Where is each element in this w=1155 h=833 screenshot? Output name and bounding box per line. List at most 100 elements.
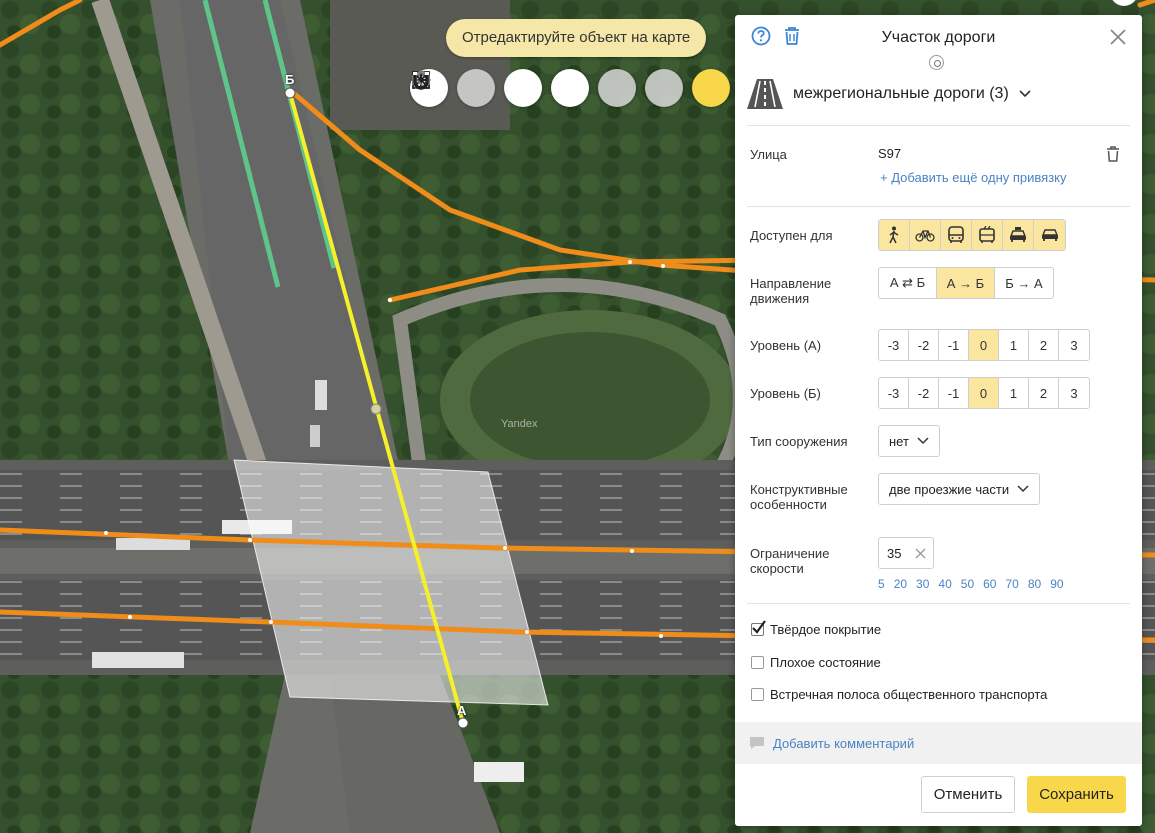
speed-preset-link[interactable]: 80 [1028,577,1041,591]
street-value[interactable]: S97 [878,146,901,161]
point-start-label: А [457,703,467,718]
polygon-button[interactable] [412,69,636,107]
speed-value: 35 [887,546,902,561]
checkbox[interactable] [751,688,764,701]
speed-preset-link[interactable]: 60 [983,577,996,591]
taxi-icon [1009,227,1027,242]
level-a-label: Уровень (А) [750,338,822,353]
level-b-option[interactable]: -2 [909,378,939,408]
edit-hint: Отредактируйте объект на карте [446,19,707,57]
delete-vertex-button[interactable] [412,69,542,107]
speed-preset-link[interactable]: 20 [894,577,907,591]
move-button[interactable] [411,69,589,107]
speed-preset-link[interactable]: 50 [961,577,974,591]
level-a-option[interactable]: -3 [879,330,909,360]
edit-toolbar [410,69,730,107]
construct-value: две проезжие части [889,481,1010,497]
checkbox-label: Встречная полоса общественного транспорт… [770,687,1048,702]
bus-icon [948,226,964,243]
structure-value: нет [889,433,909,449]
category-label: межрегиональные дороги (3) [793,85,1009,102]
access-trolleybus-toggle[interactable] [972,220,1003,250]
add-comment-button[interactable]: Добавить комментарий [735,722,1142,764]
checkbox-label: Твёрдое покрытие [770,622,882,637]
chevron-down-icon [917,437,929,445]
close-icon [1110,29,1126,45]
direction-label: Направление движения [750,276,832,306]
magnet-icon [413,72,429,90]
access-bus-toggle[interactable] [941,220,972,250]
access-bicycle-toggle[interactable] [910,220,941,250]
checkbox-row[interactable]: Твёрдое покрытие [751,620,882,637]
level-a-option[interactable]: -2 [909,330,939,360]
speed-label: Ограничение скорости [750,546,830,576]
speed-input[interactable]: 35 [878,537,934,569]
level-b-option[interactable]: 0 [969,378,999,408]
cancel-button[interactable]: Отменить [921,776,1015,813]
direction-toggle-group: А ⇄ БА → ББ → А [878,267,1054,299]
speed-preset-link[interactable]: 40 [938,577,951,591]
bicycle-icon [915,230,935,242]
add-binding-link[interactable]: + Добавить ещё одну привязку [880,170,1066,185]
checkbox-label: Плохое состояние [770,655,881,670]
divider [747,125,1130,126]
level-b-option[interactable]: 3 [1059,378,1089,408]
map-watermark: Yandex [501,418,538,430]
speed-preset-link[interactable]: 90 [1050,577,1063,591]
direction-option[interactable]: А → Б [937,268,995,298]
junction-button[interactable] [415,69,683,107]
delete-street-button[interactable] [1106,146,1120,167]
checkbox[interactable] [751,656,764,669]
checkbox-row[interactable]: Плохое состояние [751,655,881,670]
level-a-toggle-group: -3 -2 -1 0 1 2 3 [878,329,1090,361]
trash-icon [1107,146,1119,162]
checkbox-row[interactable]: Встречная полоса общественного транспорт… [751,687,1047,702]
level-b-option[interactable]: 1 [999,378,1029,408]
clear-speed-button[interactable] [915,547,926,562]
road-segment-panel: Участок дороги межрегиональные дороги (3… [735,15,1142,826]
checkbox-checked[interactable] [751,620,766,636]
level-a-option[interactable]: 3 [1059,330,1089,360]
level-a-option[interactable]: 0 [969,330,999,360]
snap-button[interactable] [413,69,730,107]
chevron-down-icon [1019,90,1031,98]
comment-icon [750,737,764,749]
close-button[interactable] [1110,29,1126,50]
access-car-toggle[interactable] [1034,220,1065,250]
access-label: Доступен для [750,228,833,243]
level-b-toggle-group: -3 -2 -1 0 1 2 3 [878,377,1090,409]
direction-option[interactable]: А ⇄ Б [879,268,937,298]
structure-label: Тип сооружения [750,434,848,449]
direction-option[interactable]: Б → А [995,268,1053,298]
road-category-icon [747,79,783,109]
construct-label: Конструктивные особенности [750,482,848,512]
level-b-option[interactable]: 2 [1029,378,1059,408]
add-comment-label: Добавить комментарий [773,735,915,751]
panel-title: Участок дороги [881,29,996,46]
structure-select[interactable]: нет [878,425,940,457]
pedestrian-icon [889,226,899,244]
level-b-option[interactable]: -3 [879,378,909,408]
access-pedestrian-toggle[interactable] [879,220,910,250]
access-taxi-toggle[interactable] [1003,220,1034,250]
save-button[interactable]: Сохранить [1027,776,1126,813]
redo-button[interactable] [413,69,495,107]
point-end-label: Б [285,72,295,87]
chevron-down-icon [1017,485,1029,493]
speed-preset-link[interactable]: 30 [916,577,929,591]
category-selector[interactable]: межрегиональные дороги (3) [747,77,1031,111]
level-a-option[interactable]: 2 [1029,330,1059,360]
close-icon [915,548,926,559]
street-label: Улица [750,147,787,162]
speed-preset-link[interactable]: 5 [878,577,885,591]
locate-object-icon[interactable] [929,55,944,70]
access-toggle-group [878,219,1066,251]
speed-preset-link[interactable]: 70 [1005,577,1018,591]
level-b-option[interactable]: -1 [939,378,969,408]
divider [747,603,1130,604]
level-a-option[interactable]: -1 [939,330,969,360]
trolleybus-icon [979,226,995,243]
level-a-option[interactable]: 1 [999,330,1029,360]
construct-select[interactable]: две проезжие части [878,473,1041,505]
divider [747,206,1130,207]
